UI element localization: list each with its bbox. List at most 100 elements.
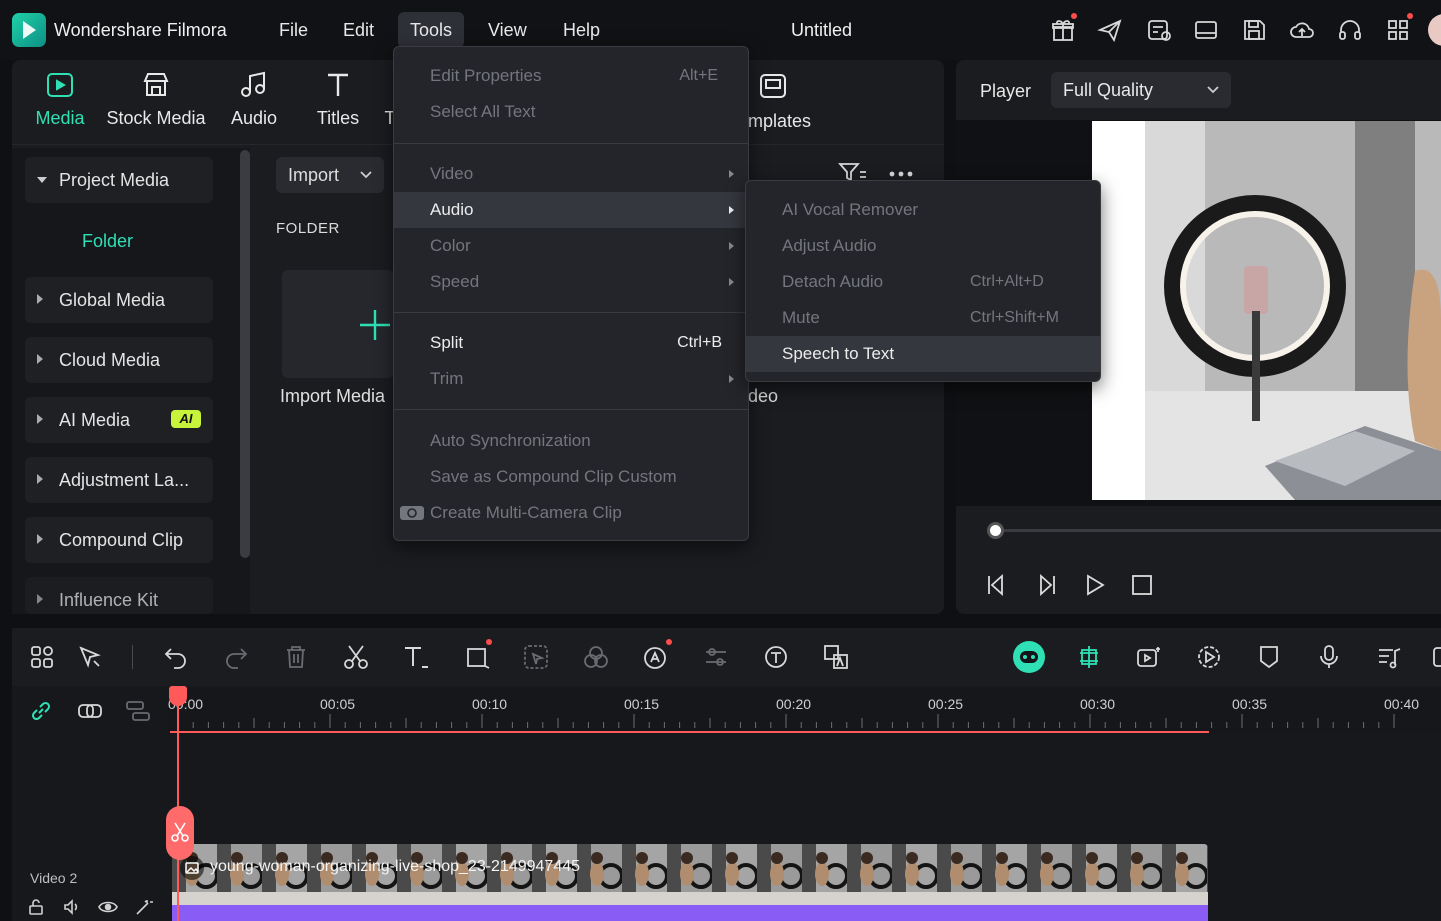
menu-item-auto-synchronization[interactable]: Auto Synchronization (394, 423, 748, 459)
sidebar-item-ai-media[interactable]: AI Media AI (25, 397, 213, 443)
menu-item-select-all-text[interactable]: Select All Text (394, 94, 748, 130)
save-icon[interactable] (1240, 16, 1268, 44)
adjust-icon[interactable] (702, 643, 730, 671)
ruler-tick-label: 00:05 (320, 696, 356, 712)
clip-frame (982, 844, 1029, 905)
volume-icon[interactable] (62, 898, 82, 916)
snap-icon[interactable] (1075, 643, 1103, 671)
import-button[interactable]: Import (276, 157, 384, 193)
ai-assistant-icon[interactable] (1013, 641, 1045, 673)
microphone-icon[interactable] (1315, 643, 1343, 671)
audio-submenu: AI Vocal Remover Adjust Audio Detach Aud… (745, 180, 1101, 382)
menu-item-color[interactable]: Color (394, 228, 748, 264)
next-frame-icon[interactable] (1033, 572, 1059, 598)
sidebar-item-project-media[interactable]: Project Media (25, 157, 213, 203)
chevron-down-icon (1207, 86, 1219, 94)
menu-item-mute[interactable]: Mute Ctrl+Shift+M (746, 300, 1100, 336)
play-icon[interactable] (1082, 572, 1108, 598)
playhead[interactable] (177, 688, 179, 921)
sidebar-scrollbar[interactable] (240, 150, 250, 558)
sidebar-item-adjustment-layer[interactable]: Adjustment La... (25, 457, 213, 503)
clip-frame (1207, 844, 1208, 905)
track-layout-icon[interactable] (124, 698, 152, 724)
delete-icon[interactable] (282, 643, 310, 671)
quality-select[interactable]: Full Quality (1051, 72, 1231, 108)
split-handle[interactable] (166, 806, 194, 860)
speech-to-text-icon[interactable] (762, 643, 790, 671)
menu-item-ai-vocal-remover[interactable]: AI Vocal Remover (746, 192, 1100, 228)
menu-item-save-compound-clip[interactable]: Save as Compound Clip Custom (394, 459, 748, 495)
sidebar-item-influence-kit[interactable]: Influence Kit (25, 577, 213, 614)
clip-frame (1027, 844, 1074, 905)
menu-item-audio[interactable]: Audio (394, 192, 748, 228)
import-media-tile[interactable] (282, 270, 394, 378)
redo-icon[interactable] (222, 643, 250, 671)
auto-highlight-icon[interactable] (1135, 643, 1163, 671)
submenu-arrow-icon (729, 278, 734, 286)
text-tool-icon[interactable] (402, 643, 430, 671)
tab-titles[interactable]: Titles (312, 70, 364, 129)
sidebar-item-global-media[interactable]: Global Media (25, 277, 213, 323)
menu-item-speed[interactable]: Speed (394, 264, 748, 300)
gift-icon[interactable] (1049, 16, 1077, 44)
eye-icon[interactable] (98, 898, 118, 916)
work-area-bar[interactable] (170, 731, 1209, 733)
playback-track[interactable] (990, 529, 1441, 532)
menu-item-adjust-audio[interactable]: Adjust Audio (746, 228, 1100, 264)
menu-help[interactable]: Help (551, 12, 612, 48)
ai-audio-icon[interactable] (642, 643, 670, 671)
link-icon[interactable] (28, 698, 54, 724)
magic-icon[interactable] (134, 898, 154, 916)
tab-audio[interactable]: Audio (228, 70, 280, 129)
ruler-tick-label: 00:15 (624, 696, 660, 712)
menu-item-split[interactable]: Split Ctrl+B (394, 325, 748, 361)
menu-item-trim[interactable]: Trim (394, 361, 748, 397)
sidebar-item-label: Cloud Media (59, 350, 161, 370)
menu-item-detach-audio[interactable]: Detach Audio Ctrl+Alt+D (746, 264, 1100, 300)
cloud-upload-icon[interactable] (1288, 16, 1316, 44)
layout-icon[interactable] (1192, 16, 1220, 44)
tab-stock-media[interactable]: Stock Media (106, 70, 206, 129)
group-link-icon[interactable] (76, 698, 104, 724)
tab-titles-label: Titles (316, 108, 360, 128)
translate-icon[interactable] (822, 643, 850, 671)
crop-icon[interactable] (464, 643, 492, 671)
previous-frame-icon[interactable] (984, 572, 1010, 598)
headset-icon[interactable] (1336, 16, 1364, 44)
sidebar-item-cloud-media[interactable]: Cloud Media (25, 337, 213, 383)
ai-select-icon[interactable] (522, 643, 550, 671)
select-tool-icon[interactable] (76, 643, 104, 671)
menu-item-edit-properties[interactable]: Edit Properties Alt+E (394, 58, 748, 94)
sidebar-item-folder[interactable]: Folder (82, 231, 133, 252)
menu-item-video[interactable]: Video (394, 156, 748, 192)
stop-icon[interactable] (1129, 572, 1155, 598)
layout-grid-icon[interactable] (28, 643, 56, 671)
menu-item-create-multi-camera-clip[interactable]: Create Multi-Camera Clip (394, 495, 748, 531)
menu-edit[interactable]: Edit (331, 12, 386, 48)
color-match-icon[interactable] (582, 643, 610, 671)
menu-view[interactable]: View (476, 12, 539, 48)
audio-mixer-icon[interactable] (1375, 643, 1403, 671)
playback-scrubber[interactable] (987, 522, 1004, 539)
apps-grid-icon[interactable] (1384, 16, 1412, 44)
scissors-icon[interactable] (342, 643, 370, 671)
tab-media[interactable]: Media (32, 70, 88, 129)
render-preview-icon[interactable] (1195, 643, 1223, 671)
menu-item-label: Speech to Text (782, 344, 895, 363)
clip-image-icon (180, 856, 204, 880)
chevron-right-icon (37, 414, 43, 424)
menu-file[interactable]: File (267, 12, 320, 48)
tab-templates-label[interactable]: mplates (748, 111, 811, 132)
lock-icon[interactable] (27, 898, 45, 916)
menu-separator (394, 312, 748, 313)
media-icon (47, 73, 73, 97)
menu-item-speech-to-text[interactable]: Speech to Text (746, 336, 1100, 372)
playhead-handle[interactable] (169, 686, 187, 706)
more-tools-icon[interactable] (1430, 643, 1441, 671)
marker-icon[interactable] (1255, 643, 1283, 671)
menu-tools[interactable]: Tools (398, 12, 465, 48)
sidebar-item-compound-clip[interactable]: Compound Clip (25, 517, 213, 563)
send-icon[interactable] (1096, 16, 1124, 44)
task-icon[interactable] (1145, 16, 1173, 44)
undo-icon[interactable] (162, 643, 190, 671)
